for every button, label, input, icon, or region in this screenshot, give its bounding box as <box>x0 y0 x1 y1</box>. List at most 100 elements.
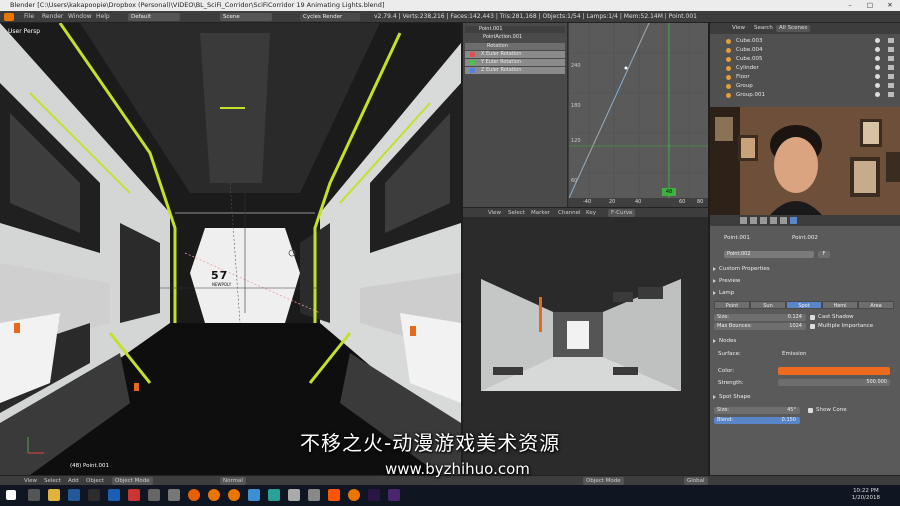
eye-icon[interactable] <box>875 65 880 70</box>
after-effects-icon[interactable] <box>388 489 400 501</box>
mode-selector[interactable]: Object Mode <box>112 477 153 485</box>
firefox-icon[interactable] <box>188 489 200 501</box>
outliner-item[interactable]: Cube.005 <box>722 55 898 64</box>
color-swatch[interactable] <box>778 367 890 375</box>
channel-x-euler[interactable]: X Euler Rotation <box>465 51 565 58</box>
blender-icon[interactable] <box>208 489 220 501</box>
channel-y-euler[interactable]: Y Euler Rotation <box>465 59 565 66</box>
minimize-button[interactable]: – <box>840 0 860 11</box>
blender-logo-icon[interactable] <box>4 13 14 21</box>
outliner-item[interactable]: Group.001 <box>722 91 898 100</box>
lamp-data-tab-icon[interactable] <box>790 217 797 224</box>
photoshop-icon[interactable] <box>68 489 80 501</box>
menu-window[interactable]: Window <box>68 11 92 23</box>
layout-selector[interactable]: Default <box>128 13 180 21</box>
app-icon[interactable] <box>248 489 260 501</box>
lamp-type-hemi[interactable]: Hemi <box>822 301 858 309</box>
eye-icon[interactable] <box>875 47 880 52</box>
app-icon[interactable] <box>308 489 320 501</box>
3d-viewport[interactable]: User Persp 57 NEWPOLY (48) Point.001 <box>0 23 461 475</box>
render-icon[interactable] <box>888 74 894 79</box>
spot-size-field[interactable]: Size: 45° <box>714 407 800 414</box>
menu-help[interactable]: Help <box>96 11 110 23</box>
eye-icon[interactable] <box>875 38 880 43</box>
show-cone-checkbox[interactable] <box>808 408 813 413</box>
render-icon[interactable] <box>888 38 894 43</box>
outliner-item[interactable]: Cylinder <box>722 64 898 73</box>
task-view-icon[interactable] <box>28 489 40 501</box>
curve-area[interactable]: 240 180 120 60 -40 20 40 60 80 48 <box>568 22 708 207</box>
render-icon[interactable] <box>888 47 894 52</box>
channel-z-euler[interactable]: Z Euler Rotation <box>465 67 565 74</box>
app-icon[interactable] <box>88 489 100 501</box>
menu-render[interactable]: Render <box>42 11 63 23</box>
eye-icon[interactable] <box>875 56 880 61</box>
app-icon[interactable] <box>268 489 280 501</box>
lamp-section[interactable]: Lamp <box>712 289 898 297</box>
object-tab-icon[interactable] <box>780 217 787 224</box>
outliner-item[interactable]: Floor <box>722 73 898 82</box>
preview-section[interactable]: Preview <box>712 277 898 285</box>
render-icon[interactable] <box>888 56 894 61</box>
cast-shadow-checkbox[interactable] <box>810 315 815 320</box>
system-clock[interactable]: 10:22 PM 1/20/2018 <box>852 488 880 502</box>
lamp-type-area[interactable]: Area <box>858 301 894 309</box>
max-bounces-field[interactable]: Max Bounces: 1024 <box>714 323 806 330</box>
outliner-item[interactable]: Group <box>722 82 898 91</box>
scene-selector[interactable]: Scene <box>220 13 272 21</box>
channel-rotation-group[interactable]: Rotation <box>465 43 565 50</box>
store-icon[interactable] <box>108 489 120 501</box>
app-icon[interactable] <box>148 489 160 501</box>
menu-file[interactable]: File <box>24 11 34 23</box>
channel-action[interactable]: PointAction.001 <box>465 34 565 41</box>
lamp-size-field[interactable]: Size: 0.124 <box>714 314 806 321</box>
render-engine-selector[interactable]: Cycles Render <box>300 13 360 21</box>
strength-field[interactable]: 500.000 <box>778 379 890 386</box>
layers-tab-icon[interactable] <box>750 217 757 224</box>
cast-shadow-label: Cast Shadow <box>818 314 854 320</box>
lamp-name-field[interactable]: Point.002 <box>724 251 814 258</box>
outliner-scope-selector[interactable]: All Scenes <box>776 25 811 32</box>
shading-selector[interactable]: Normal <box>220 477 246 485</box>
world-tab-icon[interactable] <box>770 217 777 224</box>
custom-properties-section[interactable]: Custom Properties <box>712 265 898 273</box>
mode-selector-2[interactable]: Object Mode <box>583 477 624 485</box>
eye-icon[interactable] <box>875 74 880 79</box>
app-icon[interactable] <box>288 489 300 501</box>
blender-icon[interactable] <box>228 489 240 501</box>
outliner-item[interactable]: Cube.003 <box>722 37 898 46</box>
close-button[interactable]: ✕ <box>880 0 900 11</box>
current-frame-indicator[interactable]: 48 <box>662 188 676 196</box>
spot-blend-field[interactable]: Blend: 0.150 <box>714 417 800 424</box>
eye-icon[interactable] <box>875 92 880 97</box>
fake-user-button[interactable]: F <box>818 251 830 258</box>
calculator-icon[interactable] <box>168 489 180 501</box>
graph-mode-selector[interactable]: F-Curve <box>608 209 636 217</box>
outliner-item[interactable]: Cube.004 <box>722 46 898 55</box>
soundcloud-icon[interactable] <box>328 489 340 501</box>
render-icon[interactable] <box>888 83 894 88</box>
scene-tab-icon[interactable] <box>760 217 767 224</box>
lamp-type-sun[interactable]: Sun <box>750 301 786 309</box>
file-explorer-icon[interactable] <box>48 489 60 501</box>
orientation-selector[interactable]: Global <box>684 477 708 485</box>
spot-shape-section[interactable]: Spot Shape <box>712 393 898 401</box>
outliner-search-menu[interactable]: Search <box>754 23 773 34</box>
surface-shader-value[interactable]: Emission <box>782 351 806 357</box>
premiere-icon[interactable] <box>368 489 380 501</box>
blender-icon[interactable] <box>348 489 360 501</box>
nodes-section[interactable]: Nodes <box>712 337 898 345</box>
windows-start-icon[interactable] <box>6 490 16 500</box>
lamp-type-point[interactable]: Point <box>714 301 750 309</box>
render-tab-icon[interactable] <box>740 217 747 224</box>
lamp-type-spot[interactable]: Spot <box>786 301 822 309</box>
multiple-importance-checkbox[interactable] <box>810 324 815 329</box>
eye-icon[interactable] <box>875 83 880 88</box>
outliner-view-menu[interactable]: View <box>732 23 745 34</box>
render-icon[interactable] <box>888 65 894 70</box>
render-icon[interactable] <box>888 92 894 97</box>
channel-object[interactable]: Point.001 <box>465 26 565 33</box>
channel-rotation-label: Rotation <box>487 43 508 49</box>
app-icon[interactable] <box>128 489 140 501</box>
maximize-button[interactable]: □ <box>860 0 880 11</box>
